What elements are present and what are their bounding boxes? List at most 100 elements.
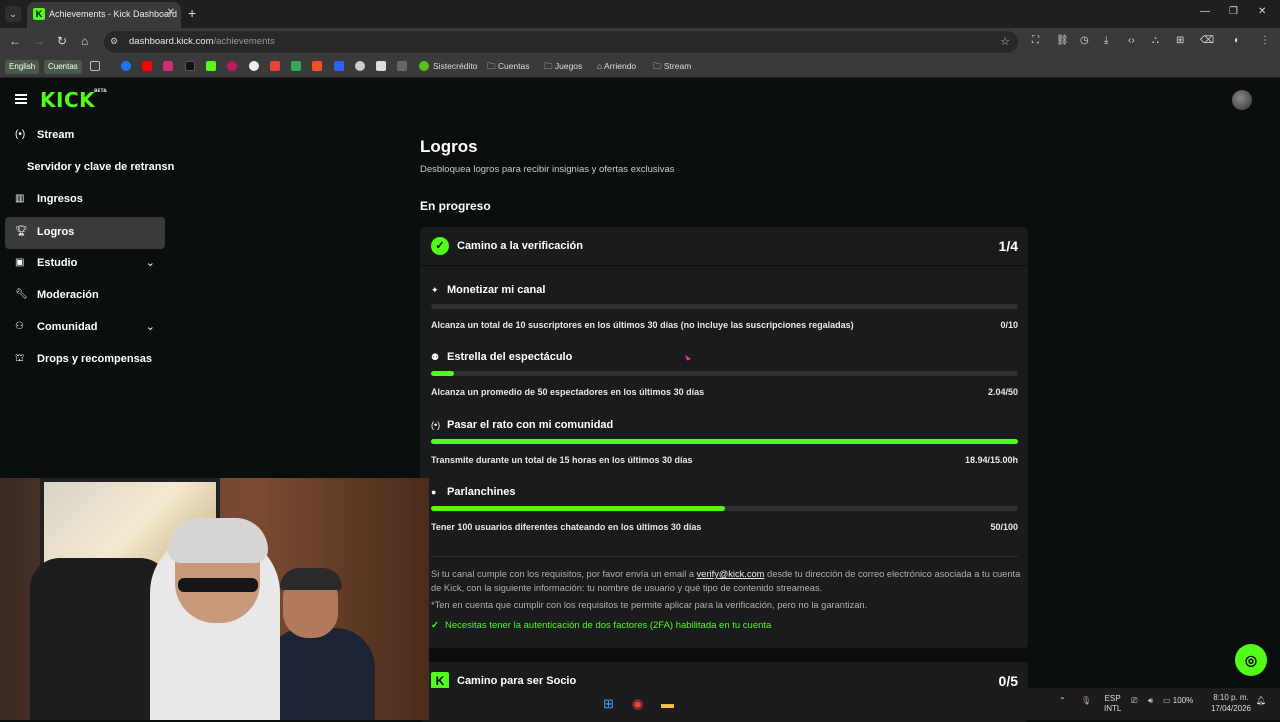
bookmark-arriendo[interactable]: ⌂ Arriendo bbox=[597, 61, 636, 71]
verify-email-link[interactable]: verify@kick.com bbox=[697, 569, 765, 579]
microsoft-icon[interactable] bbox=[312, 61, 322, 71]
home-icon[interactable]: ⌂ bbox=[81, 34, 88, 48]
bookmark-sistecredito[interactable]: Sistecrédito bbox=[433, 61, 477, 71]
bookmark-english[interactable]: English bbox=[5, 60, 40, 74]
sidebar-item-stream[interactable]: (•) Stream bbox=[5, 120, 165, 152]
gift-icon: ⛫ bbox=[15, 353, 25, 364]
profile-icon[interactable]: ◐ bbox=[1234, 35, 1240, 46]
tiktok-icon[interactable] bbox=[185, 61, 195, 71]
close-window-button[interactable]: ✕ bbox=[1258, 6, 1266, 17]
apps-grid-icon[interactable] bbox=[90, 61, 100, 71]
task-description: Alcanza un promedio de 50 espectadores e… bbox=[431, 387, 705, 397]
task-chatters: ● Parlanchines Tener 100 usuarios difere… bbox=[431, 486, 1018, 536]
close-tab-icon[interactable]: ✕ bbox=[167, 7, 175, 18]
menu-hamburger-icon[interactable] bbox=[15, 94, 27, 104]
task-value: 0/10 bbox=[1000, 320, 1018, 330]
bookmark-star-icon[interactable]: ☆ bbox=[1000, 35, 1010, 48]
gmail-icon[interactable] bbox=[270, 61, 280, 71]
card-progress-count: 1/4 bbox=[998, 238, 1018, 254]
trash-icon[interactable]: ⌫ bbox=[1200, 35, 1214, 46]
google-icon[interactable] bbox=[249, 61, 259, 71]
chevron-down-icon: ⌄ bbox=[145, 257, 155, 269]
bookmark-s-icon[interactable] bbox=[397, 61, 407, 71]
bookmark-site-icon[interactable] bbox=[227, 61, 237, 71]
new-tab-button[interactable]: + bbox=[188, 5, 196, 21]
reload-icon[interactable]: ↻ bbox=[57, 34, 67, 48]
tray-chevron-icon[interactable]: ⌃ bbox=[1059, 696, 1066, 705]
input-language[interactable]: ESP INTL bbox=[1104, 694, 1121, 714]
back-icon[interactable]: ← bbox=[9, 34, 21, 48]
wrench-icon: 🔧︎ bbox=[15, 289, 28, 300]
verification-disclaimer: *Ten en cuenta que cumplir con los requi… bbox=[431, 600, 868, 610]
extension-icon[interactable]: ⛶ bbox=[1032, 35, 1039, 46]
bookmark-arrow-icon[interactable] bbox=[334, 61, 344, 71]
bookmark-juegos-folder[interactable]: 🗀 Juegos bbox=[544, 61, 582, 75]
user-avatar[interactable] bbox=[1232, 90, 1252, 110]
sidebar-item-label: Comunidad bbox=[37, 321, 98, 333]
task-name: Estrella del espectáculo bbox=[447, 351, 573, 363]
drive-icon[interactable] bbox=[291, 61, 301, 71]
link-icon[interactable]: ⛓ bbox=[1056, 35, 1069, 46]
tab-title: Achievements - Kick Dashboard bbox=[49, 9, 178, 19]
sidebar-item-server-key[interactable]: Servidor y clave de retransn bbox=[5, 152, 174, 184]
apps-icon[interactable]: ⊞ bbox=[1176, 35, 1184, 46]
kick-logo[interactable]: KICK BETA bbox=[40, 88, 107, 112]
bookmark-stream-folder[interactable]: 🗀 Stream bbox=[653, 61, 691, 75]
system-clock[interactable]: 8:10 p. m. 17/04/2026 bbox=[1207, 692, 1255, 714]
bookmark-cuentas-folder[interactable]: 🗀 Cuentas bbox=[487, 61, 530, 75]
sidebar-item-estudio[interactable]: ▣ Estudio ⌄ bbox=[5, 248, 165, 280]
history-icon[interactable]: ◷ bbox=[1080, 35, 1089, 46]
bookmark-cuentas-chip[interactable]: Cuentas bbox=[44, 60, 82, 74]
instagram-icon[interactable] bbox=[163, 61, 173, 71]
task-star: ⚉ Estrella del espectáculo Alcanza un pr… bbox=[431, 351, 1018, 401]
devtools-icon[interactable]: ‹› bbox=[1128, 35, 1135, 46]
microphone-icon[interactable]: 🎙︎ bbox=[1081, 696, 1091, 705]
chat-icon: ● bbox=[431, 487, 437, 497]
url-field[interactable]: ⚙ dashboard.kick.com/achievements ☆ bbox=[104, 31, 1018, 53]
browser-tab[interactable]: K Achievements - Kick Dashboard ✕ bbox=[27, 2, 181, 28]
sidebar-item-comunidad[interactable]: ⚇ Comunidad ⌄ bbox=[5, 312, 165, 344]
translate-icon[interactable]: ⛬ bbox=[1152, 35, 1159, 46]
sidebar-item-ingresos[interactable]: ▥ Ingresos bbox=[5, 184, 165, 216]
sidebar-item-logros[interactable]: 🏆︎ Logros bbox=[5, 217, 165, 249]
page-title: Logros bbox=[420, 137, 478, 156]
trophy-icon: 🏆︎ bbox=[15, 226, 28, 237]
file-explorer-icon[interactable]: ▬ bbox=[661, 696, 674, 711]
sidebar-item-label: Estudio bbox=[37, 257, 78, 269]
kick-favicon-icon: K bbox=[33, 8, 45, 20]
support-chat-button[interactable]: ◎ bbox=[1235, 644, 1267, 676]
task-name: Parlanchines bbox=[447, 486, 516, 498]
sidebar-item-drops[interactable]: ⛫ Drops y recompensas bbox=[5, 344, 165, 376]
task-name: Monetizar mi canal bbox=[447, 284, 546, 296]
progress-track bbox=[431, 304, 1018, 309]
sidebar-item-label: Servidor y clave de retransn bbox=[27, 161, 175, 173]
bookmark-circle-icon[interactable] bbox=[355, 61, 365, 71]
forward-icon[interactable]: → bbox=[33, 34, 45, 48]
sidebar-item-label: Drops y recompensas bbox=[37, 353, 152, 365]
download-icon[interactable]: ⤓ bbox=[1104, 35, 1108, 46]
youtube-icon[interactable] bbox=[142, 61, 152, 71]
battery-status[interactable]: ▭ 100% bbox=[1163, 696, 1193, 705]
windows-start-icon[interactable]: ⊞ bbox=[603, 696, 614, 712]
card-divider bbox=[420, 265, 1028, 266]
menu-dots-icon[interactable]: ⋮ bbox=[1260, 35, 1270, 46]
facebook-icon[interactable] bbox=[121, 61, 131, 71]
kick-icon[interactable] bbox=[206, 61, 216, 71]
sparkle-icon: ✦ bbox=[431, 285, 439, 295]
site-info-icon[interactable]: ⚙ bbox=[110, 36, 118, 47]
sidebar-item-moderacion[interactable]: 🔧︎ Moderación bbox=[5, 280, 165, 312]
restore-button[interactable]: ❐ bbox=[1229, 6, 1238, 17]
sidebar-item-label: Stream bbox=[37, 129, 75, 141]
network-icon[interactable]: ⎚ bbox=[1131, 696, 1137, 706]
tab-search-button[interactable]: ⌄ bbox=[5, 6, 21, 22]
sistecredito-icon[interactable] bbox=[419, 61, 429, 71]
task-monetize: ✦ Monetizar mi canal Alcanza un total de… bbox=[431, 284, 1018, 334]
volume-icon[interactable]: 🔊︎ bbox=[1148, 696, 1153, 706]
notifications-icon[interactable]: 🔔︎ bbox=[1256, 696, 1266, 705]
chrome-taskbar-icon[interactable]: ◉ bbox=[632, 696, 643, 712]
verification-note: Si tu canal cumple con los requisitos, p… bbox=[431, 569, 1021, 593]
minimize-button[interactable]: — bbox=[1200, 6, 1210, 17]
amazon-icon[interactable] bbox=[376, 61, 386, 71]
webcam-overlay bbox=[0, 478, 429, 720]
2fa-requirement: ✓ Necesitas tener la autenticación de dos… bbox=[431, 620, 772, 631]
